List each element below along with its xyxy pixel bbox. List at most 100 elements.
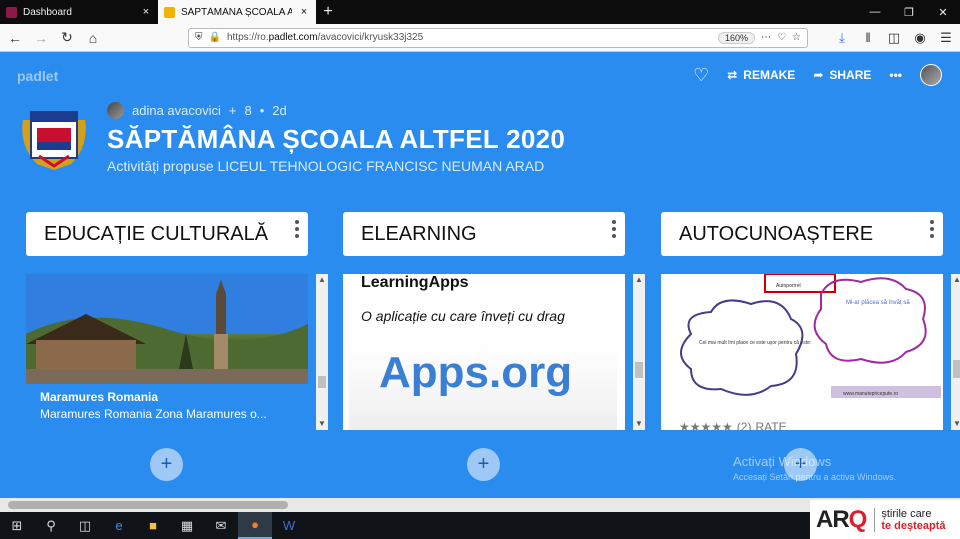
arq-tagline: știrile care te deșteaptă [874,507,946,532]
word-icon[interactable]: W [272,512,306,539]
column-body: Autoportret Mi-ar plăcea să învăț să Cel… [661,274,960,430]
author-avatar[interactable] [107,102,124,119]
heart-icon[interactable]: ♡ [693,65,709,86]
worksheet-label: Autoportret [776,283,801,289]
url-text[interactable]: https://ro.padlet.com/avacovici/kryusk33… [227,32,712,43]
post-title: LearningApps [361,274,469,291]
sidebar-icon[interactable]: ◫ [884,30,904,46]
new-tab-button[interactable]: + [316,0,340,24]
column-scrollbar[interactable]: ▲ ▼ [633,274,645,430]
minimize-button[interactable]: — [858,0,892,24]
column-elearning: ELEARNING LearningApps O aplicație cu ca… [343,212,645,430]
home-icon[interactable]: ⌂ [82,27,104,49]
column-title: ELEARNING [361,222,477,245]
scroll-thumb[interactable] [953,360,960,378]
tab-label: SĂPTĂMÂNA ȘCOALA ALTFEL [181,6,292,18]
arq-watermark-logo: ARQ știrile care te deșteaptă [810,500,960,539]
post-image: Apps.org [349,344,617,430]
post-card[interactable]: Autoportret Mi-ar plăcea să învăț să Cel… [661,274,943,430]
zoom-level[interactable]: 160% [718,31,756,44]
column-header: EDUCAȚIE CULTURALĂ [26,212,308,256]
download-icon[interactable]: ⤓ [832,30,852,46]
shield-icon[interactable]: ⛨ [195,32,203,43]
library-icon[interactable]: ‖ [858,30,878,46]
post-text: O aplicație cu care înveți cu drag [361,308,565,324]
column-menu-icon[interactable] [929,220,935,238]
scroll-down-icon[interactable]: ▼ [316,418,328,430]
lock-icon[interactable]: 🔒 [209,32,221,43]
file-explorer-icon[interactable]: ■ [136,512,170,539]
column-autocunoastere: AUTOCUNOAȘTERE Autoportret Mi-ar plăcea … [661,212,960,430]
plus-icon: + [228,103,237,118]
column-body: Maramures Romania Maramures Romania Zona… [26,274,328,430]
column-menu-icon[interactable] [294,220,300,238]
more-options-icon[interactable]: ••• [889,68,902,82]
column-scrollbar[interactable]: ▲ ▼ [316,274,328,430]
task-view-icon[interactable]: ◫ [68,512,102,539]
scroll-thumb[interactable] [635,362,643,378]
maximize-button[interactable]: ❐ [892,0,926,24]
user-avatar[interactable] [920,64,942,86]
column-header: AUTOCUNOAȘTERE [661,212,943,256]
firefox-icon[interactable]: ● [238,512,272,539]
menu-icon[interactable]: ☰ [936,30,956,46]
browser-nav-bar: ← → ↻ ⌂ ⛨ 🔒 https://ro.padlet.com/avacov… [0,24,960,52]
scroll-up-icon[interactable]: ▲ [951,274,960,286]
search-icon[interactable]: ⚲ [34,512,68,539]
close-icon[interactable]: × [298,6,310,18]
padlet-brand[interactable]: padlet [17,68,58,84]
rating-row[interactable]: ★★★★★ (2) RATE [679,420,787,430]
mail-icon[interactable]: ✉ [204,512,238,539]
close-window-button[interactable]: ✕ [926,0,960,24]
scroll-down-icon[interactable]: ▼ [951,418,960,430]
windows-start-icon[interactable]: ⊞ [0,512,34,539]
column-menu-icon[interactable] [611,220,617,238]
window-controls: — ❐ ✕ [858,0,960,24]
reload-icon[interactable]: ↻ [56,27,78,49]
bookmark-star-icon[interactable]: ☆ [792,32,801,43]
worksheet-text: Cel mai mult îmi place ce este ușor pent… [699,340,811,346]
forward-arrow-icon[interactable]: → [30,27,52,49]
share-icon: ➦ [813,68,824,82]
share-button[interactable]: ➦ SHARE [813,68,871,82]
scroll-up-icon[interactable]: ▲ [633,274,645,286]
post-card[interactable]: LearningApps O aplicație cu care înveți … [343,274,625,430]
pocket-icon[interactable]: ♡ [777,32,786,43]
scroll-thumb[interactable] [8,501,288,509]
url-bar[interactable]: ⛨ 🔒 https://ro.padlet.com/avacovici/kryu… [188,27,808,48]
store-icon[interactable]: ▦ [170,512,204,539]
scroll-up-icon[interactable]: ▲ [316,274,328,286]
worksheet-url: www.manutepricepute.ro [843,391,898,397]
tab-padlet[interactable]: SĂPTĂMÂNA ȘCOALA ALTFEL × [158,0,316,24]
edge-icon[interactable]: e [102,512,136,539]
post-card[interactable]: Maramures Romania Maramures Romania Zona… [26,274,308,430]
author-name[interactable]: adina avacovici [132,103,221,118]
star-icon[interactable]: ★★★★★ [679,420,733,430]
padlet-actions: ♡ ⇄ REMAKE ➦ SHARE ••• [693,64,942,86]
author-line: adina avacovici + 8 • 2d [107,102,287,119]
separator-dot: • [259,103,265,118]
post-text: Maramures Romania Zona Maramures o... [40,407,267,421]
browser-tab-bar: Dashboard × SĂPTĂMÂNA ȘCOALA ALTFEL × + … [0,0,960,24]
tab-dashboard[interactable]: Dashboard × [0,0,158,24]
account-icon[interactable]: ◉ [910,30,930,46]
page-actions-icon[interactable]: ⋯ [761,32,771,43]
scroll-down-icon[interactable]: ▼ [633,418,645,430]
back-arrow-icon[interactable]: ← [4,27,26,49]
worksheet-image: Autoportret Mi-ar plăcea să învăț să Cel… [680,274,941,398]
rate-label[interactable]: RATE [755,420,786,430]
column-body: LearningApps O aplicație cu care înveți … [343,274,645,430]
add-post-button[interactable]: + [150,448,183,481]
toolbar-right: ⤓ ‖ ◫ ◉ ☰ [832,30,956,46]
close-icon[interactable]: × [140,6,152,18]
contributor-count: 8 [244,103,252,118]
add-post-button[interactable]: + [467,448,500,481]
column-scrollbar[interactable]: ▲ ▼ [951,274,960,430]
scroll-thumb[interactable] [318,376,326,388]
school-logo [22,111,86,170]
worksheet-prompt: Mi-ar plăcea să învăț să [846,300,910,306]
column-title: EDUCAȚIE CULTURALĂ [44,222,269,245]
remake-button[interactable]: ⇄ REMAKE [727,68,795,82]
arq-logo: ARQ [816,505,867,533]
dashboard-favicon-icon [6,6,17,18]
